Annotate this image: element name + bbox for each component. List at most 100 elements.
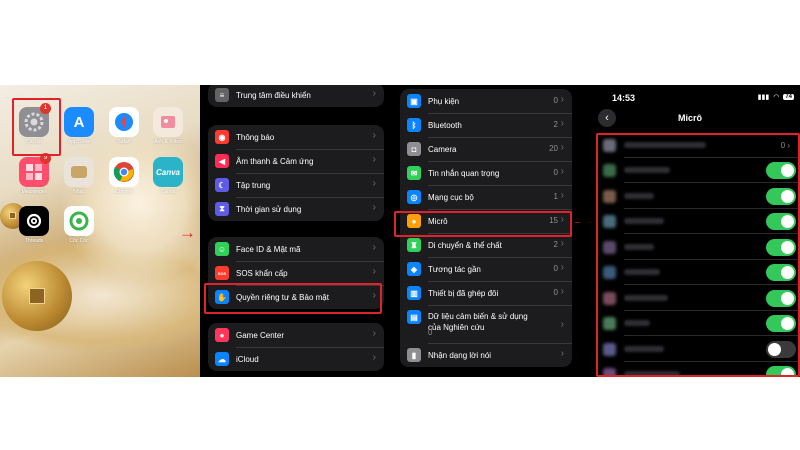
settings-row[interactable]: SOS SOS khẩn cấp › [208, 261, 384, 285]
accessory-icon: ▣ [407, 94, 421, 108]
settings-group-services: ● Game Center › ☁ iCloud › [208, 323, 384, 371]
app-icon-2[interactable]: Safari [107, 107, 141, 145]
research-icon: ▤ [407, 310, 421, 324]
app-icon-7[interactable]: Canva Canva [151, 157, 185, 195]
settings-group-notifications: ◉ Thông báo › ◀ Âm thanh & Cảm ứng › ☾ Tập trun… [208, 125, 384, 221]
settings-row[interactable]: ▮ Nhận dạng lời nói › [400, 343, 572, 367]
app-label: Cốc Cốc [69, 238, 89, 244]
row-label: Âm thanh & Cảm ứng [236, 156, 314, 166]
row-label: Game Center [236, 330, 285, 340]
settings-row[interactable]: ▣ Phụ kiện 0 › [400, 89, 572, 113]
settings-app-highlight [12, 98, 61, 156]
app-label: Ảnh & Video [154, 139, 182, 145]
chevron-right-icon: › [372, 266, 376, 277]
settings-row[interactable]: ▤ Dữ liệu cảm biến & sử dụng của Nghiên c… [400, 305, 572, 343]
control-center-icon: ≡ [215, 88, 229, 102]
threads-icon [19, 206, 49, 236]
coccoc-icon [64, 206, 94, 236]
signal-icon: ▮▮▮ [757, 94, 770, 101]
settings-row[interactable]: ≡ Trung tâm điều khiển › [208, 85, 384, 107]
paired-device-icon: ▥ [407, 286, 421, 300]
settings-row[interactable]: ◘ Camera 20 › [400, 137, 572, 161]
row-label: Face ID & Mật mã [236, 244, 301, 254]
row-label: Di chuyển & thể chất [428, 240, 502, 250]
chevron-right-icon: › [372, 178, 376, 189]
chevron-right-icon: › [372, 88, 376, 99]
speech-icon: ▮ [407, 348, 421, 362]
camera-icon: ◘ [407, 142, 421, 156]
app-label: App Store [67, 139, 91, 145]
row-label: Tập trung [236, 180, 271, 190]
app-list-highlight [596, 133, 800, 377]
settings-row[interactable]: ◎ Mạng cục bộ 1 › [400, 185, 572, 209]
photos-icon [153, 107, 183, 137]
settings-row[interactable]: ● Game Center › [208, 323, 384, 347]
bluetooth-icon: ᛒ [407, 118, 421, 132]
cloud-icon: ☁ [215, 352, 229, 366]
row-label: Trung tâm điều khiển [236, 90, 311, 100]
app-icon-9[interactable]: Cốc Cốc [62, 206, 96, 244]
app-label: Threads [24, 238, 44, 244]
app-label: Chrome [115, 189, 133, 195]
row-count: 0 [428, 328, 433, 337]
settings-row[interactable]: ◈ Tương tác gần 0 › [400, 257, 572, 281]
privacy-screen: ▣ Phụ kiện 0 › ᛒ Bluetooth 2 › ◘ Camera 20 › ✉ Tin nh… [392, 85, 580, 377]
row-label: Nhận dạng lời nói [428, 350, 492, 360]
row-label: Thông báo [236, 132, 275, 142]
home-screen: 1 Cài đặt A App Store Safari Ảnh & Video 9 Mess… [0, 85, 200, 377]
microphone-highlight [394, 211, 572, 237]
chevron-right-icon: › [560, 319, 564, 330]
music-icon [64, 157, 94, 187]
app-icon-4[interactable]: 9 Messenger [17, 153, 51, 195]
settings-group-control: ≡ Trung tâm điều khiển › [208, 85, 384, 107]
row-count: 2 [553, 120, 558, 129]
chevron-right-icon: › [372, 154, 376, 165]
page-title: Micrô [677, 113, 702, 123]
sos-icon: SOS [215, 266, 229, 280]
row-label: Dữ liệu cảm biến & sử dụng của Nghiên cứ… [428, 312, 528, 332]
settings-row[interactable]: ☾ Tập trung › [208, 173, 384, 197]
app-icon-3[interactable]: Ảnh & Video [151, 107, 185, 145]
speaker-icon: ◀ [215, 154, 229, 168]
settings-row[interactable]: ☺ Face ID & Mật mã › [208, 237, 384, 261]
wifi-icon: ◠ [773, 94, 780, 101]
app-store-icon: A [64, 107, 94, 137]
row-count: 2 [553, 240, 558, 249]
settings-row[interactable]: ☁ iCloud › [208, 347, 384, 371]
settings-row[interactable]: ◀ Âm thanh & Cảm ứng › [208, 149, 384, 173]
row-label: Camera [428, 144, 457, 154]
app-label: Canva [160, 189, 176, 195]
chevron-right-icon: › [560, 142, 564, 153]
tutorial-composite: 1 Cài đặt A App Store Safari Ảnh & Video 9 Mess… [0, 0, 800, 450]
row-label: Phụ kiện [428, 96, 460, 106]
chevron-right-icon: › [372, 130, 376, 141]
nearby-icon: ◈ [407, 262, 421, 276]
game-center-icon: ● [215, 328, 229, 342]
chevron-right-icon: › [560, 190, 564, 201]
row-label: Bluetooth [428, 120, 462, 130]
network-icon: ◎ [407, 190, 421, 204]
chevron-right-icon: › [560, 118, 564, 129]
app-icon-6[interactable]: Chrome [107, 157, 141, 195]
row-label: Thời gian sử dụng [236, 204, 302, 214]
hourglass-icon: ⧗ [215, 202, 229, 216]
chevron-right-icon: › [560, 262, 564, 273]
settings-row[interactable]: ◉ Thông báo › [208, 125, 384, 149]
row-label: iCloud [236, 354, 259, 364]
settings-row[interactable]: ᛒ Bluetooth 2 › [400, 113, 572, 137]
settings-row[interactable]: ▥ Thiết bị đã ghép đôi 0 › [400, 281, 572, 305]
status-time: 14:53 [612, 93, 636, 103]
row-count: 20 [549, 144, 558, 153]
microphone-screen: 14:53 ▮▮▮ ◠ 74 ‹ Micrô 0 › [580, 85, 800, 377]
app-icon-5[interactable]: Nhạc [62, 157, 96, 195]
chevron-right-icon: › [560, 94, 564, 105]
chevron-right-icon: › [372, 328, 376, 339]
arrow-right-icon: → [179, 223, 196, 242]
row-count: 1 [553, 192, 558, 201]
settings-row[interactable]: ✉ Tin nhắn quan trọng 0 › [400, 161, 572, 185]
coin-large [2, 261, 72, 331]
app-icon-1[interactable]: A App Store [62, 107, 96, 145]
settings-row[interactable]: ⧗ Thời gian sử dụng › [208, 197, 384, 221]
app-icon-8[interactable]: Threads [17, 206, 51, 244]
privacy-highlight [204, 283, 382, 314]
